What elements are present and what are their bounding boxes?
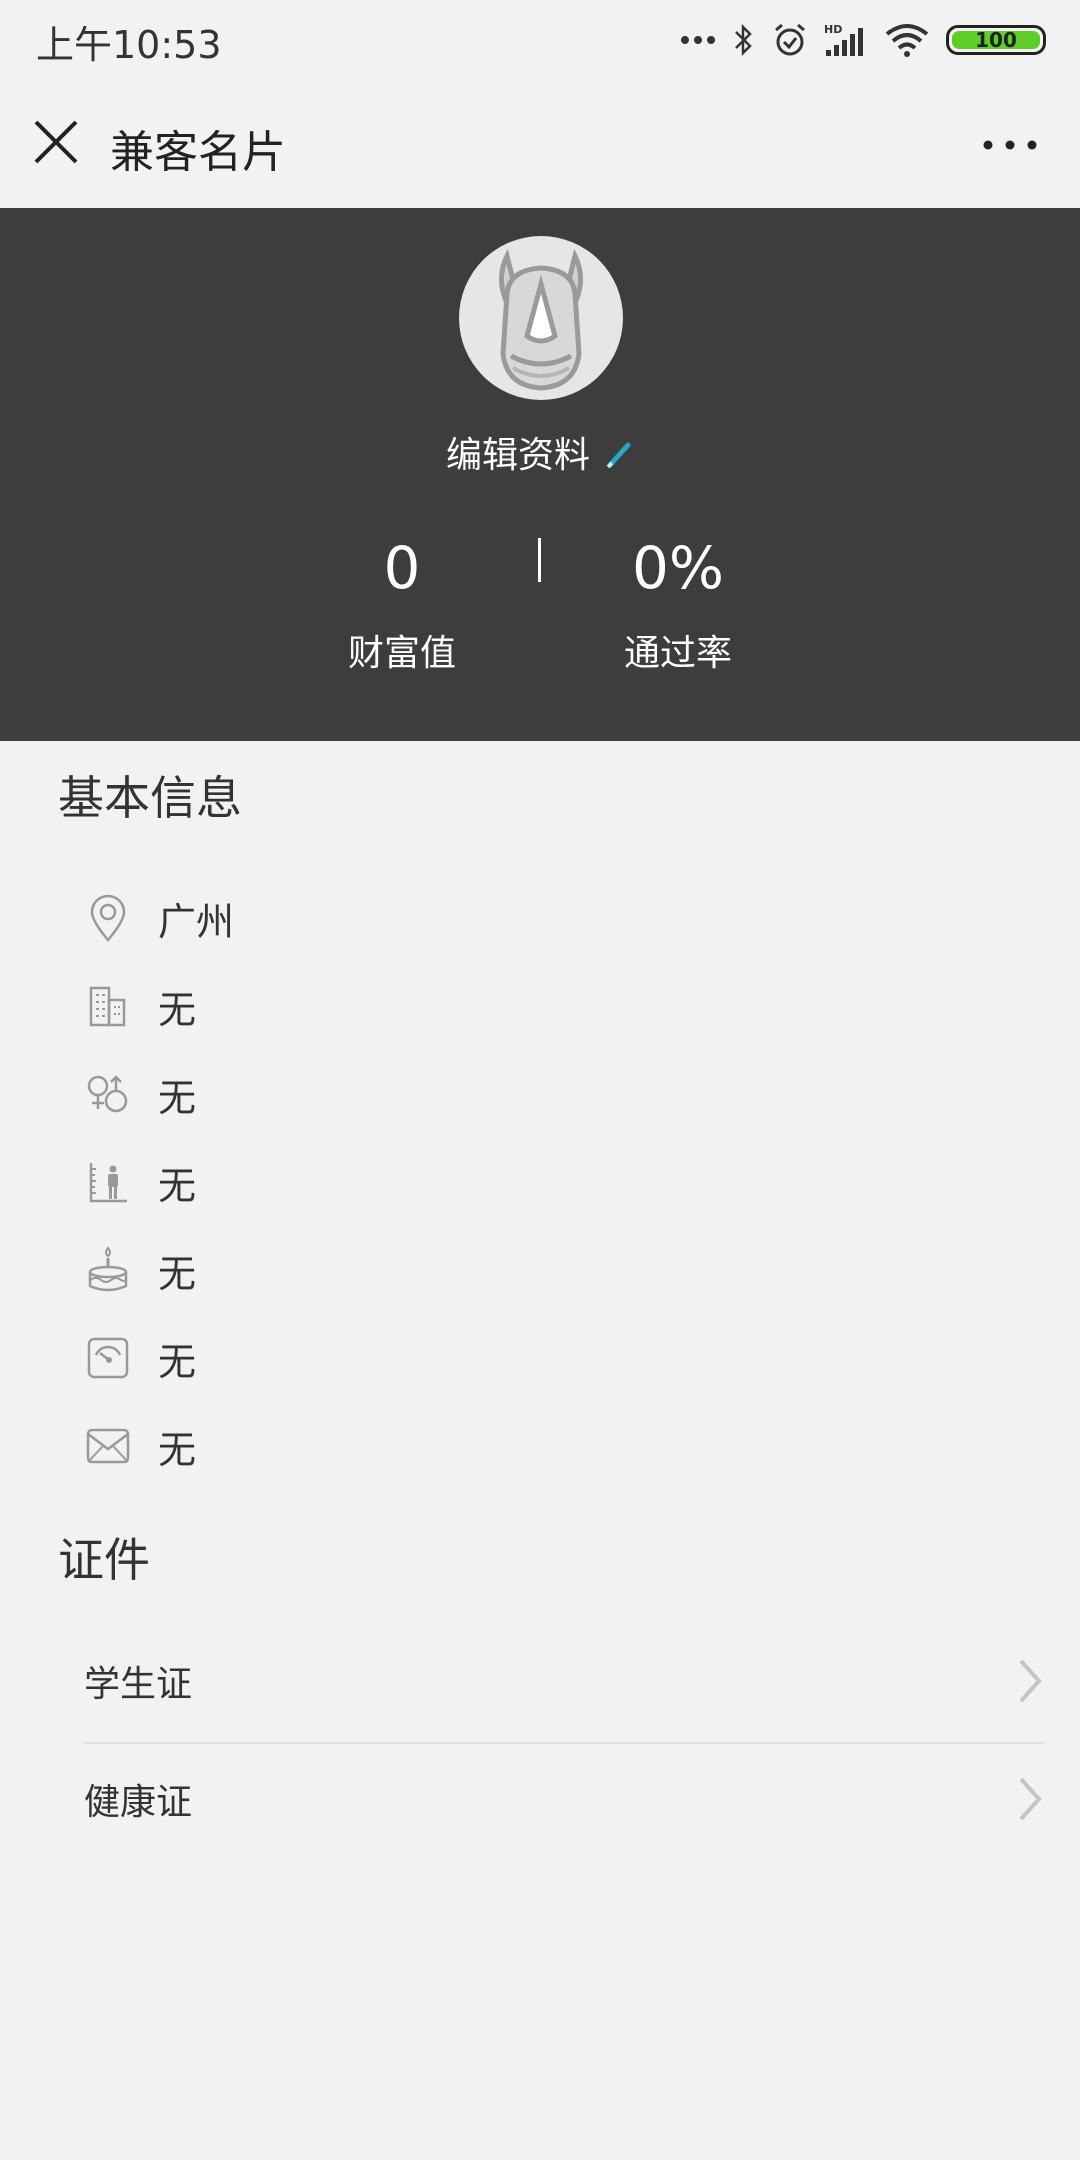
mail-icon: [86, 1420, 130, 1472]
wealth-label: 财富值: [347, 633, 456, 674]
stat-divider: [538, 538, 541, 582]
weight-value: 无: [158, 1339, 197, 1384]
more-dots-icon: [681, 36, 715, 44]
status-icons: HD 100: [680, 18, 1046, 62]
info-row-company: 无: [86, 976, 196, 1036]
certificates-title: 证件: [58, 1533, 150, 1587]
nav-bar: 兼客名片: [0, 80, 1080, 208]
stat-wealth[interactable]: 0 财富值: [272, 528, 532, 676]
birthday-value: 无: [158, 1251, 197, 1296]
battery-icon: 100: [946, 25, 1046, 55]
building-icon: [86, 980, 130, 1032]
gender-icon: [86, 1068, 130, 1120]
battery-level: 100: [952, 28, 1040, 52]
more-options-button[interactable]: [980, 130, 1040, 160]
birthday-cake-icon: [86, 1244, 130, 1296]
height-value: 无: [158, 1163, 197, 1208]
info-row-weight: 无: [86, 1328, 196, 1388]
gender-value: 无: [158, 1075, 197, 1120]
stat-pass-rate[interactable]: 0% 通过率: [548, 528, 808, 676]
pass-rate-value: 0%: [631, 534, 724, 602]
cert-label-student-id: 学生证: [84, 1664, 193, 1705]
info-row-location: 广州: [86, 888, 234, 948]
info-row-height: 无: [86, 1152, 196, 1212]
avatar[interactable]: [459, 236, 623, 400]
location-icon: [86, 892, 130, 944]
svg-text:HD: HD: [824, 23, 842, 36]
more-horizontal-icon: [983, 140, 1037, 150]
info-row-gender: 无: [86, 1064, 196, 1124]
chevron-right-icon: [1019, 1777, 1042, 1821]
location-value: 广州: [158, 899, 235, 944]
status-time: 上午10:53: [36, 23, 222, 67]
cert-row-health-certificate[interactable]: 健康证: [84, 1740, 1044, 1858]
basic-info-title: 基本信息: [58, 771, 242, 825]
chevron-right-icon: [1019, 1659, 1042, 1703]
company-value: 无: [158, 987, 197, 1032]
wifi-icon: [885, 24, 929, 57]
close-icon: [34, 120, 78, 164]
wealth-value: 0: [383, 534, 421, 602]
signal-icon: HD: [824, 23, 863, 56]
cert-row-student-id[interactable]: 学生证: [84, 1622, 1044, 1740]
edit-profile-label: 编辑资料: [445, 435, 590, 476]
bluetooth-icon: [735, 23, 752, 57]
page-title: 兼客名片: [110, 127, 286, 178]
cert-label-health-certificate: 健康证: [84, 1782, 193, 1823]
alarm-icon: [775, 23, 805, 56]
profile-header: 编辑资料 0 财富值 0% 通过率: [0, 208, 1080, 741]
email-value: 无: [158, 1427, 197, 1472]
info-row-birthday: 无: [86, 1240, 196, 1300]
weight-scale-icon: [86, 1332, 130, 1384]
height-icon: [86, 1156, 130, 1208]
pass-rate-label: 通过率: [623, 633, 732, 674]
close-button[interactable]: [28, 114, 84, 170]
pencil-icon: [604, 437, 634, 478]
info-row-email: 无: [86, 1416, 196, 1476]
rhino-avatar-icon: [499, 248, 583, 391]
status-bar: 上午10:53 HD 100: [0, 0, 1080, 80]
edit-profile-button[interactable]: 编辑资料: [0, 426, 1080, 478]
